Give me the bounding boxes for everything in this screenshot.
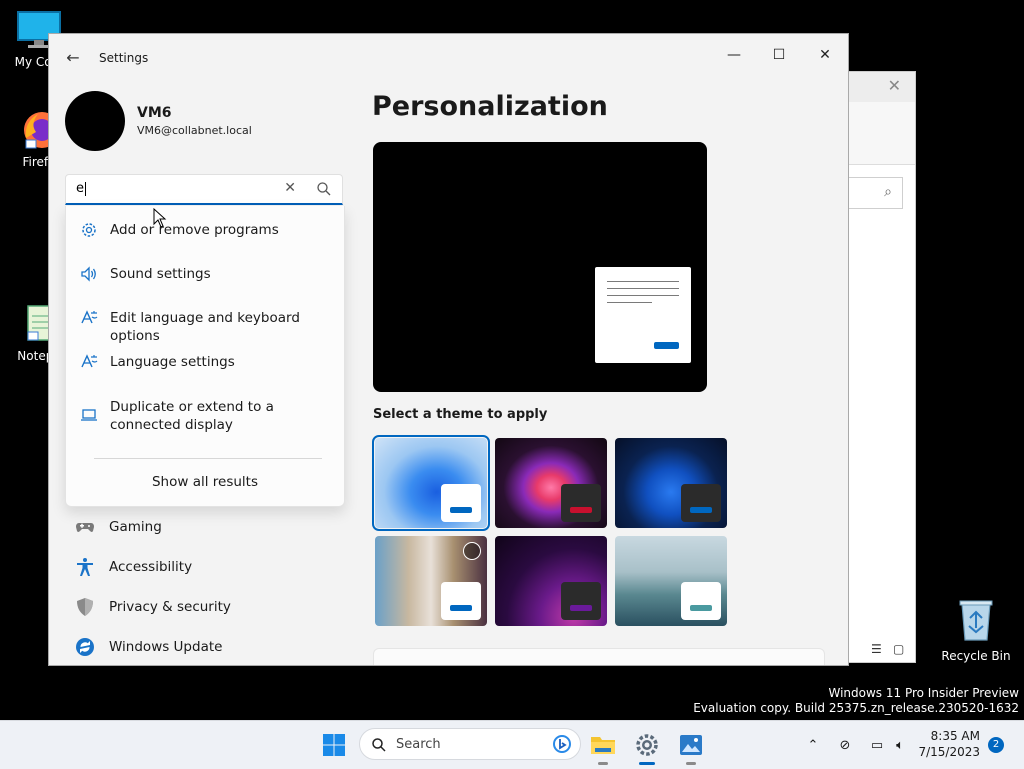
clock[interactable]: 8:35 AM 7/15/2023 <box>918 728 980 760</box>
tiles-view-icon[interactable]: ▢ <box>893 642 904 656</box>
title-bar: ← Settings — ☐ ✕ <box>49 34 848 82</box>
folder-icon <box>591 737 615 754</box>
sidebar-item-gaming[interactable]: Gaming <box>73 510 343 544</box>
volume-icon[interactable]: 🔈︎ <box>890 735 910 755</box>
taskbar-search[interactable]: Search <box>359 728 581 760</box>
suggestion-sound-settings[interactable]: Sound settings <box>80 265 340 283</box>
accessibility-icon <box>73 555 97 579</box>
clock-date: 7/15/2023 <box>918 745 980 759</box>
user-email: VM6@collabnet.local <box>137 124 252 137</box>
clock-time: 8:35 AM <box>930 729 980 743</box>
theme-spotlight[interactable] <box>375 536 487 626</box>
sidebar-item-windows-update[interactable]: Windows Update <box>73 630 343 664</box>
app-title: Settings <box>99 51 149 65</box>
show-all-results-button[interactable]: Show all results <box>66 474 344 490</box>
windows-logo-icon <box>323 734 345 756</box>
desktop-icon-recycle-bin[interactable]: Recycle Bin <box>940 598 1012 663</box>
network-off-icon[interactable]: ⊘ <box>835 735 855 755</box>
language-icon <box>80 353 98 371</box>
theme-windows-dark[interactable] <box>615 438 727 528</box>
running-indicator <box>686 762 696 765</box>
shield-icon <box>73 595 97 619</box>
suggestion-add-remove-programs[interactable]: Add or remove programs <box>80 221 340 239</box>
suggestion-label: Language settings <box>110 354 235 370</box>
taskbar-search-placeholder: Search <box>396 737 441 752</box>
sidebar-item-label: Privacy & security <box>109 599 231 615</box>
background-window-ribbon <box>841 102 915 165</box>
search-icon: ⌕ <box>884 184 892 200</box>
gear-icon <box>636 734 658 756</box>
chevron-up-icon[interactable]: ⌃ <box>803 735 823 755</box>
divider <box>94 458 322 459</box>
user-name: VM6 <box>137 105 172 121</box>
theme-captured-motion[interactable] <box>495 536 607 626</box>
search-input-value: e <box>76 181 86 196</box>
search-icon[interactable] <box>316 181 332 197</box>
speaker-icon <box>80 265 98 283</box>
background-explorer-window[interactable]: ✕ ⌕ ☰ ▢ <box>840 71 916 663</box>
theme-glow[interactable] <box>495 438 607 528</box>
language-icon <box>80 309 98 327</box>
suggestion-label: Sound settings <box>110 266 211 282</box>
theme-windows-light[interactable] <box>372 435 490 531</box>
sidebar-item-label: Windows Update <box>109 639 223 655</box>
settings-card <box>373 648 825 665</box>
taskbar-file-explorer[interactable] <box>587 729 619 761</box>
background-window-titlebar <box>841 72 915 102</box>
laptop-icon <box>80 406 98 424</box>
active-indicator <box>639 762 655 765</box>
gamepad-icon <box>73 515 97 539</box>
watermark-line1: Windows 11 Pro Insider Preview <box>828 686 1019 700</box>
theme-flow[interactable] <box>615 536 727 626</box>
recycle-bin-label: Recycle Bin <box>941 649 1011 663</box>
minimize-button[interactable]: — <box>711 40 757 70</box>
search-icon <box>372 738 386 752</box>
sidebar-item-accessibility[interactable]: Accessibility <box>73 550 343 584</box>
settings-window[interactable]: ← Settings — ☐ ✕ VM6 VM6@collabnet.local… <box>48 33 849 666</box>
photos-icon <box>680 735 702 755</box>
preview-window-card <box>595 267 691 363</box>
details-view-icon[interactable]: ☰ <box>871 642 882 656</box>
taskbar: Search ⌃ ⊘ ▭ 🔈︎ 8:35 AM 7/15/2023 2 <box>0 720 1024 769</box>
sidebar-item-label: Gaming <box>109 519 162 535</box>
bing-icon[interactable] <box>552 734 572 754</box>
suggestion-edit-language-keyboard[interactable]: Edit language and keyboard options <box>80 309 340 345</box>
clear-icon[interactable]: ✕ <box>284 180 296 196</box>
page-title: Personalization <box>372 91 608 122</box>
taskbar-photos[interactable] <box>675 729 707 761</box>
close-icon[interactable]: ✕ <box>888 76 901 95</box>
back-arrow-icon[interactable]: ← <box>63 48 83 68</box>
suggestion-label: Edit language and keyboard options <box>110 310 300 344</box>
sidebar-item-label: Accessibility <box>109 559 193 575</box>
sidebar-item-privacy-security[interactable]: Privacy & security <box>73 590 343 624</box>
suggestion-label: Duplicate or extend to a connected displ… <box>110 399 274 433</box>
spotlight-badge-icon <box>463 542 481 560</box>
suggestion-label: Add or remove programs <box>110 222 279 238</box>
notification-badge[interactable]: 2 <box>988 737 1004 753</box>
update-icon <box>73 635 97 659</box>
avatar[interactable] <box>65 91 125 151</box>
suggestion-duplicate-extend-display[interactable]: Duplicate or extend to a connected displ… <box>80 398 340 434</box>
background-window-search[interactable]: ⌕ <box>845 177 903 209</box>
recycle-bin-icon <box>959 600 993 641</box>
preview-accent-button <box>654 342 679 349</box>
theme-preview <box>373 142 707 392</box>
gear-icon <box>80 221 98 239</box>
search-suggestions: Add or remove programs Sound settings Ed… <box>65 206 345 507</box>
suggestion-language-settings[interactable]: Language settings <box>80 353 340 371</box>
theme-section-heading: Select a theme to apply <box>373 407 548 422</box>
close-button[interactable]: ✕ <box>802 40 848 70</box>
display-icon[interactable]: ▭ <box>867 735 887 755</box>
start-button[interactable] <box>318 729 350 761</box>
watermark-line2: Evaluation copy. Build 25375.zn_release.… <box>693 701 1019 715</box>
taskbar-settings[interactable] <box>631 729 663 761</box>
maximize-button[interactable]: ☐ <box>756 40 802 70</box>
settings-search-input[interactable]: e ✕ <box>65 174 343 205</box>
running-indicator <box>598 762 608 765</box>
mouse-cursor-icon <box>153 208 167 228</box>
